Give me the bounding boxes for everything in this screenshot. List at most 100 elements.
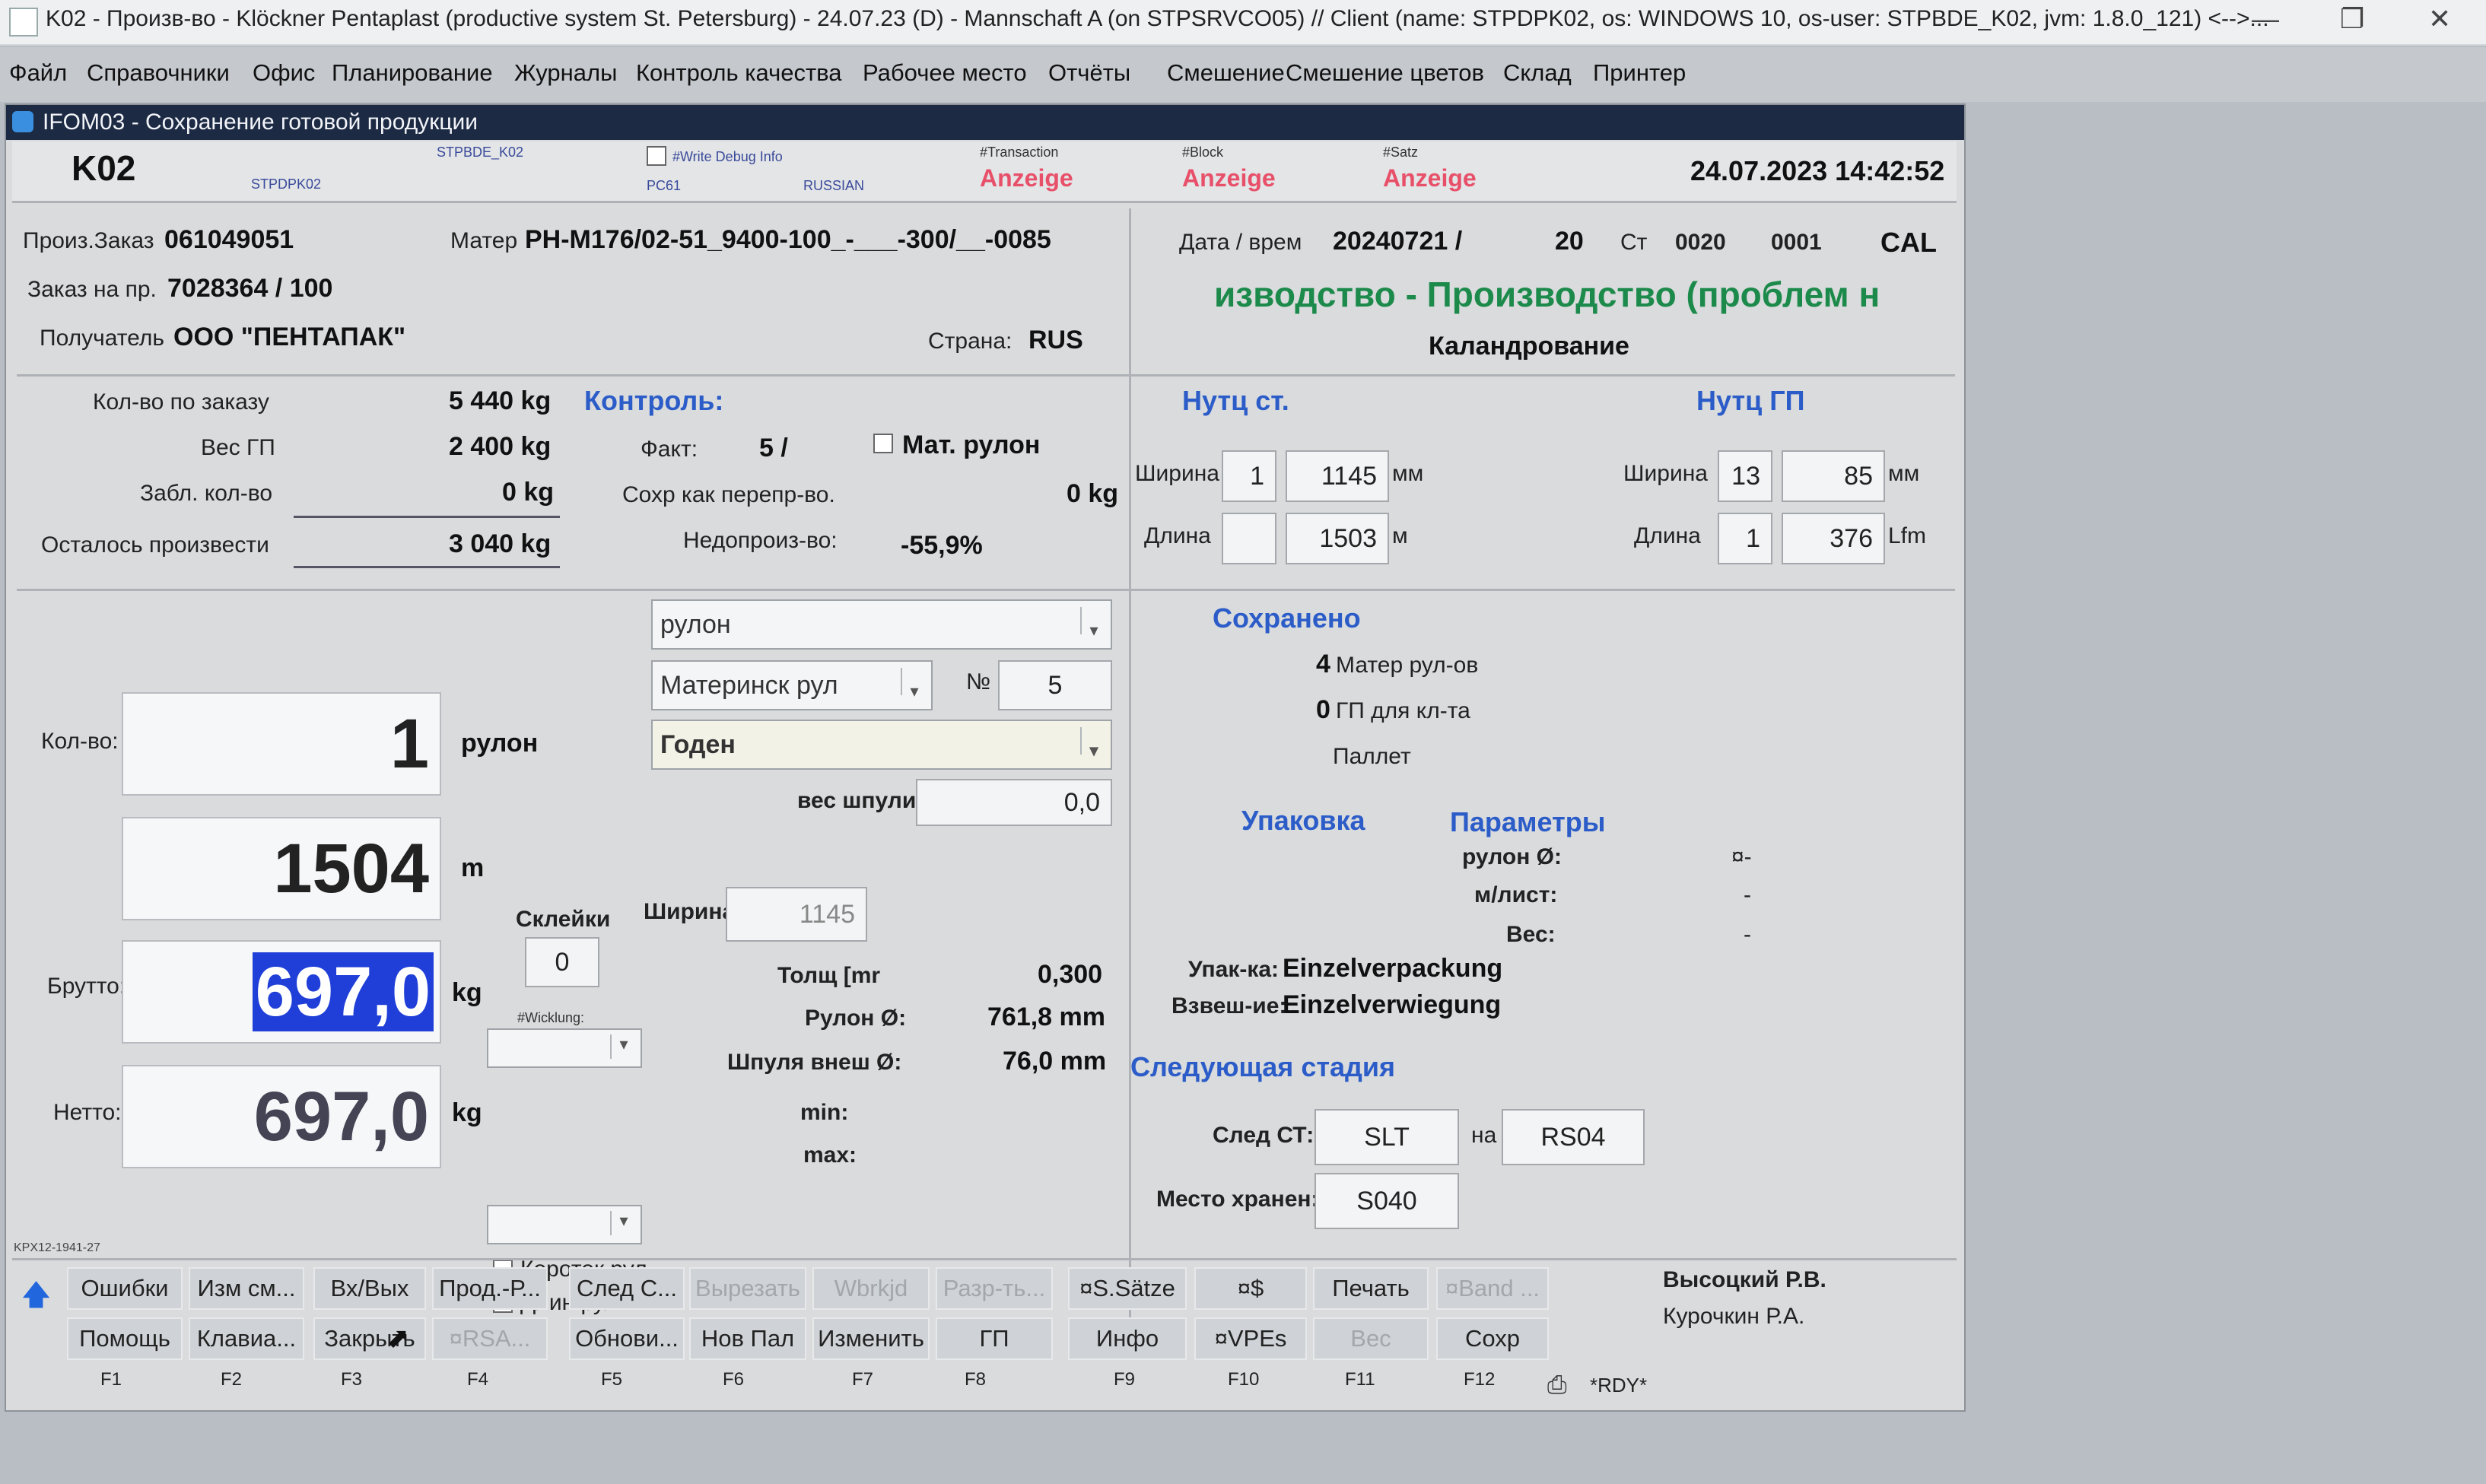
type-combo[interactable]: рулон ▾	[651, 599, 1112, 650]
order-value: 061049051	[164, 225, 294, 254]
restore-icon[interactable]: ❐	[2340, 3, 2364, 35]
on-field[interactable]: RS04	[1502, 1109, 1645, 1165]
transaction-anzeige[interactable]: Anzeige	[980, 164, 1073, 192]
net-field[interactable]: 697,0	[122, 1065, 441, 1168]
keyboard-button[interactable]: Клавиа...	[189, 1317, 304, 1360]
weight-button[interactable]: Вес	[1313, 1317, 1429, 1360]
new-pallet-button[interactable]: Нов Пал	[689, 1317, 806, 1360]
close-icon[interactable]: ✕	[2428, 3, 2451, 35]
length-field[interactable]: 1504	[122, 817, 441, 920]
norm-gp-length-a[interactable]: 1	[1718, 513, 1772, 564]
write-debug-checkbox[interactable]	[647, 146, 666, 166]
fkey-f5: F5	[601, 1369, 623, 1390]
save-button[interactable]: Сохр	[1436, 1317, 1549, 1360]
norm-gp-length-b[interactable]: 376	[1782, 513, 1885, 564]
fkey-f11: F11	[1345, 1369, 1375, 1390]
calendering-label: Каландрование	[1429, 332, 1629, 361]
menu-mixing[interactable]: Смешение	[1167, 59, 1285, 87]
mother-roll-combo-value: Материнск рул	[660, 671, 838, 700]
chevron-down-icon[interactable]: ▾	[610, 1211, 636, 1235]
fkey-f6: F6	[723, 1369, 745, 1390]
prod-r-button[interactable]: Прод.-Р...	[432, 1267, 548, 1310]
satz-anzeige[interactable]: Anzeige	[1383, 164, 1477, 192]
menu-journals[interactable]: Журналы	[514, 59, 617, 87]
menu-office[interactable]: Офис	[253, 59, 315, 87]
pk-sheet-label: м/лист:	[1474, 882, 1558, 907]
menu-reports[interactable]: Отчёты	[1048, 59, 1130, 87]
rsa-button[interactable]: ¤RSA...	[432, 1317, 548, 1360]
inner-window: IFOM03 - Сохранение готовой продукции K0…	[5, 103, 1966, 1412]
norm-gp-width-a[interactable]: 13	[1718, 450, 1772, 502]
mother-roll-combo[interactable]: Материнск рул ▾	[651, 660, 933, 710]
width-field[interactable]: 1145	[726, 887, 867, 942]
winding-combo[interactable]: ▾	[487, 1028, 642, 1068]
dollar-button[interactable]: ¤$	[1194, 1267, 1307, 1310]
fkey-f4: F4	[467, 1369, 489, 1390]
control-title: Контроль:	[584, 385, 724, 416]
modify-button[interactable]: Изменить	[812, 1317, 930, 1360]
date-value: 20240721 /	[1333, 227, 1463, 256]
menu-workplace[interactable]: Рабочее место	[863, 59, 1027, 87]
gp-button[interactable]: ГП	[936, 1317, 1053, 1360]
gross-unit: kg	[452, 978, 482, 1007]
norm-st-length-a[interactable]	[1222, 513, 1276, 564]
band-button[interactable]: ¤Band ...	[1436, 1267, 1549, 1310]
menu-warehouse[interactable]: Склад	[1503, 59, 1572, 87]
splices-field[interactable]: 0	[525, 937, 599, 987]
wbrkjd-button[interactable]: Wbrkjd	[812, 1267, 930, 1310]
menu-printer[interactable]: Принтер	[1593, 59, 1686, 87]
mat-roll-checkbox[interactable]	[873, 434, 893, 453]
errors-button[interactable]: Ошибки	[67, 1267, 183, 1310]
s-saetze-button[interactable]: ¤S.Sätze	[1068, 1267, 1187, 1310]
menu-file[interactable]: Файл	[9, 59, 67, 87]
menu-color-mixing[interactable]: Смешение цветов	[1286, 59, 1484, 87]
mater-label: Матер	[450, 228, 518, 253]
refresh-button[interactable]: Обнови...	[569, 1317, 685, 1360]
chevron-down-icon[interactable]: ▾	[1080, 607, 1106, 640]
pk-weight-value: -	[1744, 922, 1751, 947]
norm-st-length-b[interactable]: 1503	[1286, 513, 1389, 564]
unlock-button[interactable]: Разр-ть...	[936, 1267, 1053, 1310]
minimize-icon[interactable]: —	[2252, 3, 2279, 35]
block-anzeige[interactable]: Anzeige	[1182, 164, 1276, 192]
vpes-button[interactable]: ¤VPEs	[1194, 1317, 1307, 1360]
under-value: -55,9%	[901, 531, 983, 560]
gross-label: Брутто:	[47, 974, 126, 999]
change-shift-button[interactable]: Изм см...	[189, 1267, 304, 1310]
status-text: *RDY*	[1590, 1374, 1648, 1397]
cut-button[interactable]: Вырезать	[689, 1267, 806, 1310]
norm-gp-width-b[interactable]: 85	[1782, 450, 1885, 502]
info-button[interactable]: Инфо	[1068, 1317, 1187, 1360]
divider-2	[17, 589, 1955, 591]
menu-directories[interactable]: Справочники	[87, 59, 230, 87]
chevron-down-icon[interactable]: ▾	[1080, 727, 1106, 760]
help-button[interactable]: Помощь	[67, 1317, 183, 1360]
chevron-down-icon[interactable]: ▾	[610, 1034, 636, 1059]
gross-field[interactable]: 697,0	[122, 940, 441, 1044]
pk-sheet-value: -	[1744, 882, 1751, 907]
norm-st-width-a[interactable]: 1	[1222, 450, 1276, 502]
winding-combo-2[interactable]: ▾	[487, 1205, 642, 1244]
header-datetime: 24.07.2023 14:42:52	[1690, 155, 1945, 186]
st-suffix: 0001	[1771, 230, 1822, 255]
menu-quality[interactable]: Контроль качества	[636, 59, 842, 87]
storage-field[interactable]: S040	[1315, 1173, 1459, 1229]
qty-field[interactable]: 1	[122, 692, 441, 796]
print-button[interactable]: Печать	[1313, 1267, 1429, 1310]
up-arrow-icon[interactable]: 🡅	[21, 1273, 51, 1323]
user-primary: Высоцкий Р.В.	[1663, 1267, 1826, 1292]
status-combo[interactable]: Годен ▾	[651, 720, 1112, 770]
in-out-button[interactable]: Вх/Вых	[313, 1267, 426, 1310]
no-field[interactable]: 5	[998, 660, 1112, 710]
chevron-down-icon[interactable]: ▾	[901, 668, 927, 701]
cursor-pointer-icon: ⬈	[386, 1322, 410, 1353]
core-diam-label: Шпуля внеш Ø:	[727, 1050, 902, 1075]
under-label: Недопроиз-во:	[683, 528, 838, 553]
core-weight-field[interactable]: 0,0	[916, 779, 1112, 826]
next-st-field[interactable]: SLT	[1315, 1109, 1459, 1165]
menu-planning[interactable]: Планирование	[332, 59, 493, 87]
station-code: K02	[72, 148, 136, 188]
pk-roll-diam-label: рулон Ø:	[1462, 844, 1562, 869]
next-c-button[interactable]: След С...	[569, 1267, 685, 1310]
norm-st-width-b[interactable]: 1145	[1286, 450, 1389, 502]
